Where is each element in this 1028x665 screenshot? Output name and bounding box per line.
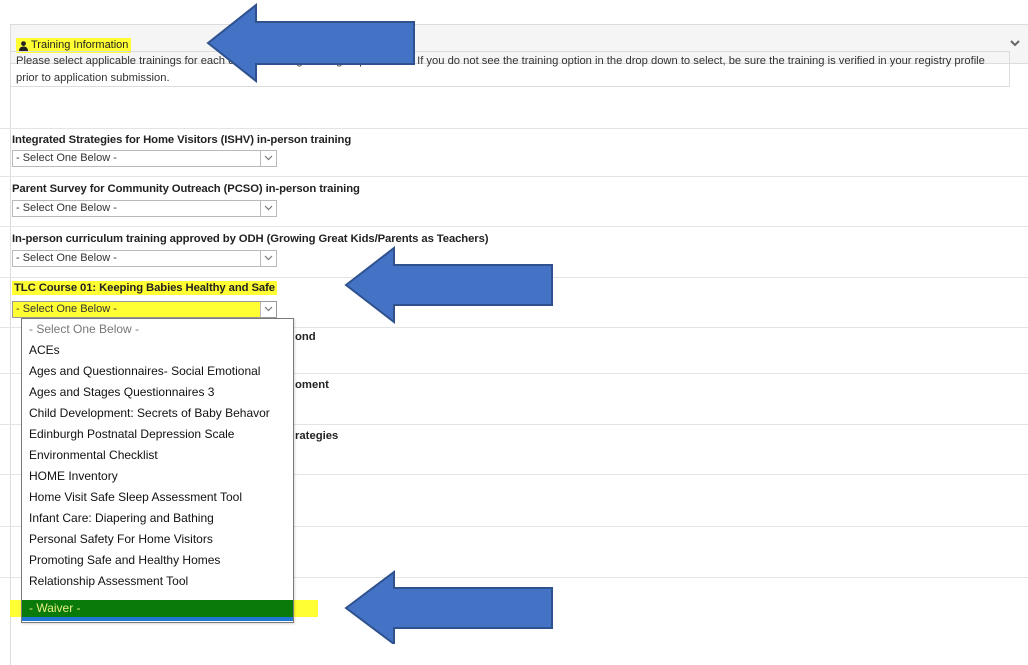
hidden-label-fragment: rategies xyxy=(295,430,339,442)
annotation-arrow-icon xyxy=(344,246,553,324)
ishv-select[interactable]: - Select One Below - xyxy=(12,150,277,167)
dropdown-option[interactable]: HOME Inventory xyxy=(22,466,293,487)
annotation-arrow-icon xyxy=(344,570,553,644)
pcso-select[interactable]: - Select One Below - xyxy=(12,200,277,217)
select-value: - Select One Below - xyxy=(16,202,117,214)
chevron-down-icon xyxy=(264,306,273,312)
chevron-down-icon[interactable] xyxy=(1009,37,1021,49)
divider xyxy=(0,226,1028,227)
select-value: - Select One Below - xyxy=(16,303,117,315)
dropdown-option[interactable]: Edinburgh Postnatal Depression Scale xyxy=(22,424,293,445)
dropdown-option[interactable]: - Select One Below - xyxy=(22,319,293,340)
dropdown-button[interactable] xyxy=(260,151,276,166)
chevron-down-icon xyxy=(264,155,273,161)
field-label-curriculum: In-person curriculum training approved b… xyxy=(12,233,489,245)
tlc-01-select[interactable]: - Select One Below - xyxy=(12,301,277,318)
select-value: - Select One Below - xyxy=(16,252,117,264)
hidden-label-fragment: ond xyxy=(295,331,316,343)
dropdown-option[interactable]: Relationship Assessment Tool xyxy=(22,571,293,592)
dropdown-option-selected[interactable]: - Waiver - xyxy=(22,600,293,621)
dropdown-button[interactable] xyxy=(260,201,276,216)
field-label-pcso: Parent Survey for Community Outreach (PC… xyxy=(12,183,360,195)
dropdown-option[interactable]: Promoting Safe and Healthy Homes xyxy=(22,550,293,571)
annotation-arrow-icon xyxy=(206,3,415,83)
user-icon xyxy=(19,40,28,51)
divider xyxy=(0,128,1028,129)
field-label-text: TLC Course 01: Keeping Babies Healthy an… xyxy=(12,281,277,295)
dropdown-option[interactable]: Ages and Stages Questionnaires 3 xyxy=(22,382,293,403)
dropdown-button[interactable] xyxy=(260,302,276,317)
dropdown-option[interactable]: Environmental Checklist xyxy=(22,445,293,466)
dropdown-option[interactable]: Home Visit Safe Sleep Assessment Tool xyxy=(22,487,293,508)
hidden-label-fragment: oment xyxy=(295,379,329,391)
dropdown-option[interactable]: Infant Care: Diapering and Bathing xyxy=(22,508,293,529)
intro-text: Please select applicable trainings for e… xyxy=(10,51,1010,87)
chevron-down-icon xyxy=(264,255,273,261)
dropdown-list[interactable]: - Select One Below - ACEs Ages and Quest… xyxy=(21,318,294,623)
field-label-tlc-01: TLC Course 01: Keeping Babies Healthy an… xyxy=(12,281,277,295)
dropdown-option[interactable]: Personal Safety For Home Visitors xyxy=(22,529,293,550)
dropdown-option[interactable]: Ages and Questionnaires- Social Emotiona… xyxy=(22,361,293,382)
dropdown-button[interactable] xyxy=(260,251,276,266)
dropdown-option[interactable]: ACEs xyxy=(22,340,293,361)
chevron-down-icon xyxy=(264,205,273,211)
select-value: - Select One Below - xyxy=(16,152,117,164)
dropdown-option[interactable]: Child Development: Secrets of Baby Behav… xyxy=(22,403,293,424)
field-label-ishv: Integrated Strategies for Home Visitors … xyxy=(12,134,352,146)
divider xyxy=(0,176,1028,177)
curriculum-select[interactable]: - Select One Below - xyxy=(12,250,277,267)
